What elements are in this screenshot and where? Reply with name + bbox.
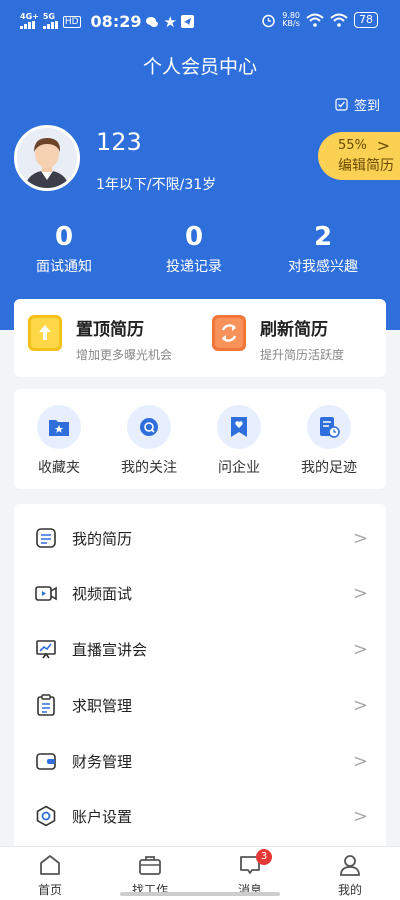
signal-2: 5G (42, 12, 59, 31)
home-icon (10, 853, 90, 877)
user-info: 1年以下/不限/31岁 (96, 177, 217, 193)
stat-value: 0 (54, 222, 74, 252)
avatar-image (17, 128, 77, 188)
clock: 08:29 (90, 12, 142, 31)
tab-label: 我的 (337, 883, 362, 897)
network-speed: 9.80 KB/s (282, 11, 300, 28)
hd-indicator: HD (62, 15, 81, 28)
menu-video-interview[interactable]: 视频面试 > (14, 565, 386, 621)
briefcase-icon (110, 853, 190, 877)
menu-label: 求职管理 (72, 696, 133, 715)
job-management-icon (34, 693, 58, 717)
profile-icon (310, 853, 390, 877)
shortcut-label: 我的足迹 (301, 460, 357, 476)
refresh-resume-button[interactable]: 刷新简历 提升简历活跃度 (212, 315, 344, 363)
menu-label: 我的简历 (72, 529, 133, 548)
shortcut-ask-company[interactable]: 问企业 (194, 405, 284, 477)
promo-subtitle: 提升简历活跃度 (260, 348, 345, 362)
chevron-right-icon: > (376, 136, 390, 155)
chevron-right-icon: > (352, 638, 368, 660)
chevron-right-icon: > (352, 582, 368, 604)
tab-bar: 首页 找工作 3 消息 我的 (0, 846, 400, 900)
follow-icon (127, 405, 171, 449)
checkbox-calendar-icon (335, 98, 348, 111)
header: 4G+ 5G HD 08:29 ★ 9.80 KB/s 78 个人会员中心 签到… (0, 0, 400, 330)
video-icon (34, 581, 58, 605)
message-icon (210, 853, 290, 877)
stat-label: 对我感兴趣 (288, 259, 358, 275)
promo-subtitle: 增加更多曝光机会 (76, 348, 173, 362)
user-name: 123 (96, 128, 142, 156)
star-icon: ★ (163, 12, 177, 31)
stat-label: 投递记录 (166, 259, 222, 275)
send-icon (180, 15, 194, 28)
stat-value: 2 (313, 222, 333, 252)
stat-interview-notices[interactable]: 0 面试通知 (4, 222, 124, 276)
resume-completion: 55% (338, 138, 367, 153)
signin-label: 签到 (353, 99, 380, 114)
menu-finance[interactable]: 财务管理 > (14, 733, 386, 789)
settings-icon (34, 804, 58, 828)
edit-resume-button[interactable]: 55% > 编辑简历 (318, 132, 400, 180)
menu-label: 财务管理 (72, 752, 133, 771)
signal-bars-icon (20, 20, 35, 29)
shortcut-label: 问企业 (218, 460, 260, 476)
chevron-right-icon: > (352, 805, 368, 827)
unread-badge: 3 (256, 849, 272, 865)
stat-applications[interactable]: 0 投递记录 (134, 222, 254, 276)
refresh-icon (212, 315, 246, 351)
stat-value: 0 (184, 222, 204, 252)
live-presentation-icon (34, 637, 58, 661)
chevron-right-icon: > (352, 527, 368, 549)
wifi-icon-2 (330, 13, 348, 27)
home-indicator (120, 892, 280, 896)
avatar[interactable] (14, 125, 80, 191)
signal-bars-icon (42, 20, 58, 29)
menu-job-management[interactable]: 求职管理 > (14, 677, 386, 733)
page-title: 个人会员中心 (142, 56, 257, 78)
battery-indicator: 78 (354, 12, 378, 28)
shortcut-following[interactable]: 我的关注 (104, 405, 194, 477)
chevron-right-icon: > (352, 694, 368, 716)
menu-list: 我的简历 > 视频面试 > 直播宣讲会 > 求职管理 > 财务管理 > 账户设置 (14, 504, 386, 854)
wifi-icon (306, 13, 324, 27)
stat-interested-in-me[interactable]: 2 对我感兴趣 (263, 222, 383, 276)
alarm-icon (262, 14, 275, 27)
tab-home[interactable]: 首页 (10, 853, 90, 898)
shortcuts-card: 收藏夹 我的关注 问企业 我的足迹 (14, 389, 386, 489)
pin-resume-button[interactable]: 置顶简历 增加更多曝光机会 (28, 315, 172, 363)
tab-me[interactable]: 我的 (310, 853, 390, 898)
promo-card: 置顶简历 增加更多曝光机会 刷新简历 提升简历活跃度 (14, 299, 386, 377)
promo-title: 置顶简历 (76, 320, 144, 340)
bookmark-icon (217, 405, 261, 449)
chevron-right-icon: > (352, 750, 368, 772)
history-icon (307, 405, 351, 449)
signal-1: 4G+ (20, 12, 39, 31)
status-bar: 4G+ 5G HD 08:29 ★ 9.80 KB/s 78 (0, 0, 400, 44)
menu-label: 账户设置 (72, 807, 133, 826)
edit-resume-label: 编辑简历 (338, 158, 394, 174)
menu-my-resume[interactable]: 我的简历 > (14, 510, 386, 566)
shortcut-label: 收藏夹 (38, 460, 80, 476)
menu-live-presentation[interactable]: 直播宣讲会 > (14, 621, 386, 677)
upload-icon (28, 315, 62, 351)
menu-account-settings[interactable]: 账户设置 > (14, 788, 386, 844)
tab-label: 首页 (37, 883, 62, 897)
favorites-folder-icon (37, 405, 81, 449)
resume-icon (34, 526, 58, 550)
wechat-icon (146, 16, 159, 27)
promo-title: 刷新简历 (260, 320, 328, 340)
shortcut-history[interactable]: 我的足迹 (284, 405, 374, 477)
menu-label: 视频面试 (72, 584, 133, 603)
shortcut-label: 我的关注 (121, 460, 177, 476)
signin-button[interactable]: 签到 (335, 95, 380, 114)
stat-label: 面试通知 (36, 259, 92, 275)
menu-label: 直播宣讲会 (72, 640, 148, 659)
shortcut-favorites[interactable]: 收藏夹 (14, 405, 104, 477)
wallet-icon (34, 749, 58, 773)
